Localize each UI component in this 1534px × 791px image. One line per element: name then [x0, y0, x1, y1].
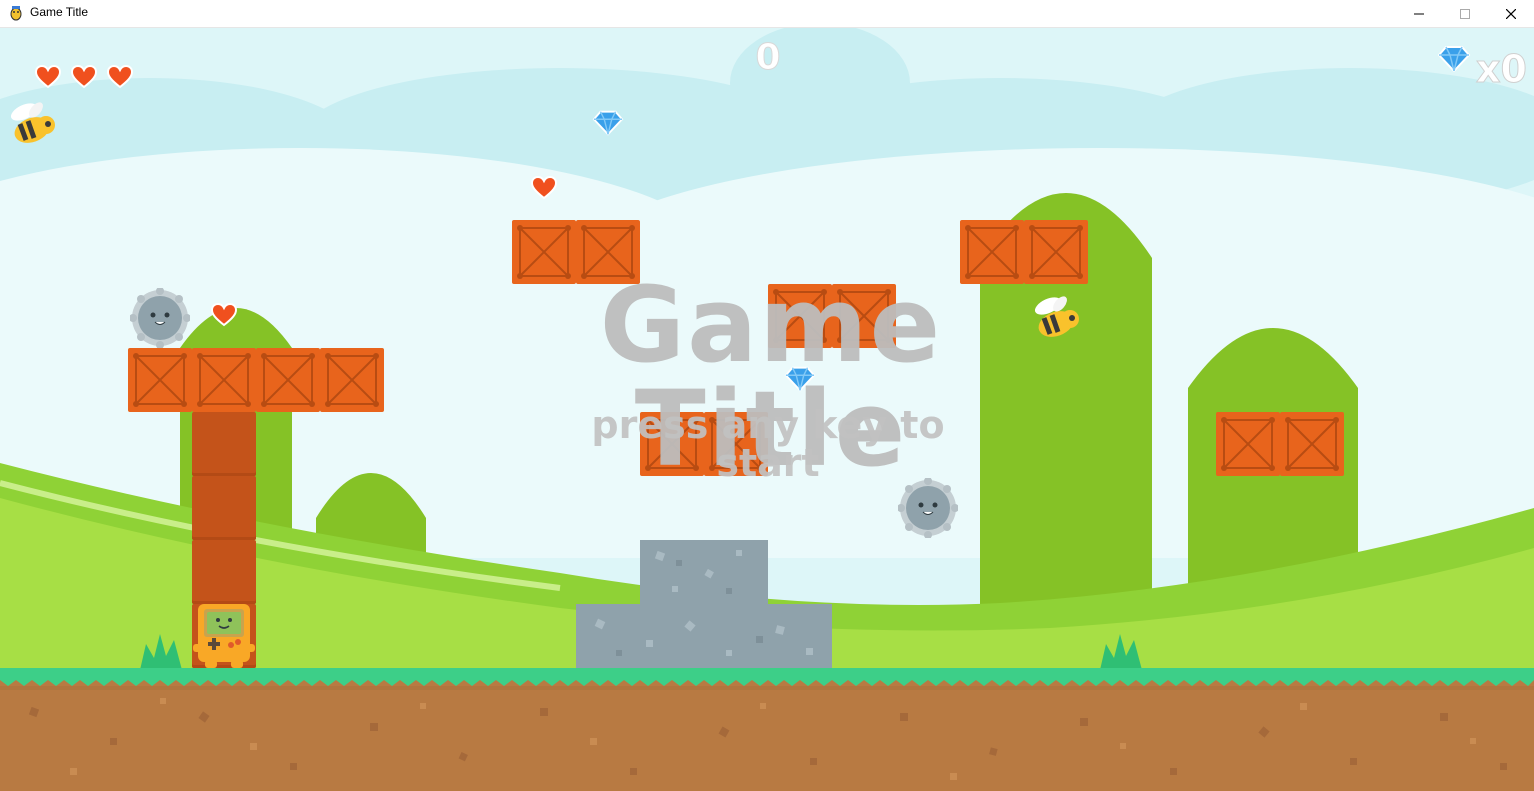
crate-block — [192, 348, 256, 412]
gem-pickup — [592, 110, 624, 136]
heart-pickup — [530, 176, 558, 200]
start-prompt-text: press any key to start — [591, 403, 945, 485]
window-title: Game Title — [30, 5, 89, 19]
spiked-ball-enemy — [130, 288, 190, 348]
heart-icon — [35, 65, 61, 89]
gem-count: x0 — [1476, 47, 1528, 91]
minimize-icon — [1414, 13, 1424, 14]
bee-enemy — [1034, 296, 1079, 337]
gem-counter-icon — [1437, 46, 1471, 72]
minimize-button[interactable] — [1396, 0, 1442, 27]
crate-block — [256, 348, 320, 412]
trunk-block — [192, 476, 256, 540]
gem-pickup — [784, 366, 816, 392]
heart-pickup — [210, 303, 238, 327]
window-titlebar: Game Title — [0, 0, 1534, 28]
maximize-icon — [1460, 8, 1470, 19]
stone-platform — [576, 540, 832, 668]
ground-texture — [0, 668, 1534, 780]
crate-block — [1280, 412, 1344, 476]
spiked-ball-enemy — [898, 478, 958, 538]
app-icon — [10, 6, 22, 21]
maximize-button[interactable] — [1442, 0, 1488, 27]
heart-icon — [107, 65, 133, 89]
grass-tuft — [1100, 634, 1142, 670]
close-icon — [1506, 8, 1516, 19]
score-counter: 0 — [755, 37, 781, 78]
heart-icon — [71, 65, 97, 89]
bee-enemy — [10, 102, 55, 143]
crate-block — [1216, 412, 1280, 476]
trunk-block — [192, 412, 256, 476]
crate-block — [320, 348, 384, 412]
game-canvas[interactable]: Game Title press any key to start 0 x0 — [0, 28, 1534, 791]
crate-block — [128, 348, 192, 412]
close-button[interactable] — [1488, 0, 1534, 27]
player-character — [193, 604, 255, 668]
grass-tuft — [140, 634, 182, 670]
trunk-block — [192, 540, 256, 604]
